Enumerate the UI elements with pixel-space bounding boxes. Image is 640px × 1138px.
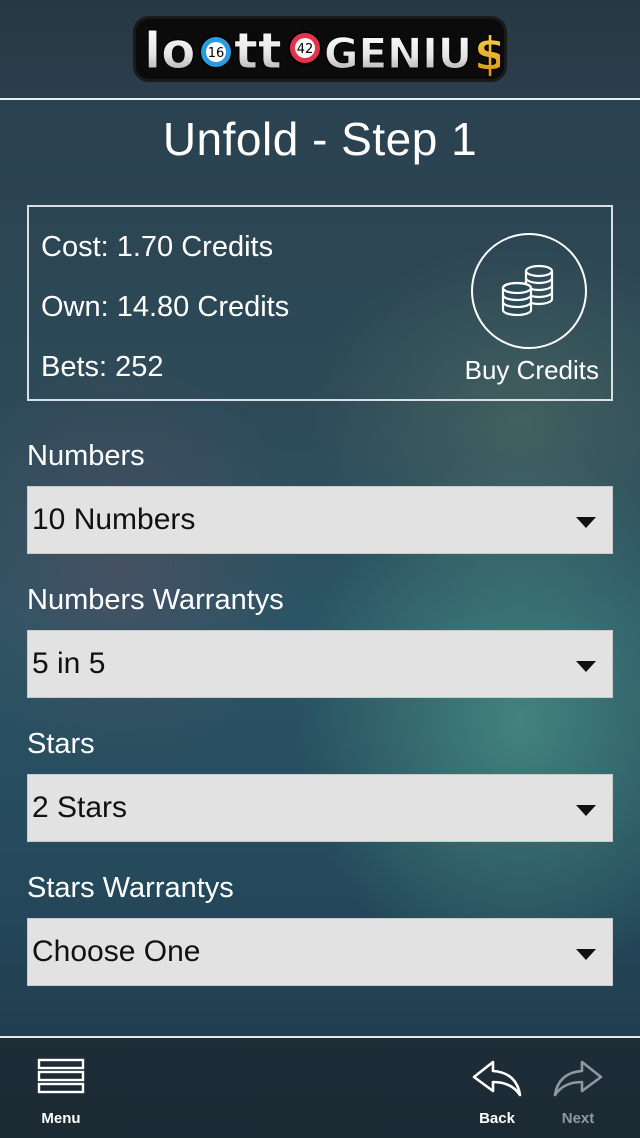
stars-select[interactable]: 2 Stars [27,774,613,842]
menu-icon [37,1058,85,1094]
dropdown-arrow-icon [576,661,596,672]
ball-42-icon: 42 [288,31,322,65]
menu-button[interactable]: Menu [22,1038,100,1138]
dropdown-arrow-icon [576,517,596,528]
bets-text: Bets: 252 [41,351,164,383]
stars-warrantys-select[interactable]: Choose One [27,918,613,986]
own-credits-text: Own: 14.80 Credits [41,291,290,323]
dropdown-arrow-icon [576,949,596,960]
ball-42-number: 42 [297,42,314,57]
stars-warrantys-label: Stars Warrantys [27,872,234,904]
numbers-label: Numbers [27,440,145,472]
forward-arrow-icon [553,1060,603,1097]
stars-warrantys-select-value: Choose One [32,935,201,968]
bottom-toolbar: Menu Back Next [0,1036,640,1138]
logo-dollar-sign: $ [474,27,500,77]
stars-select-value: 2 Stars [32,791,128,824]
dropdown-arrow-icon [576,805,596,816]
ball-16-number: 16 [208,46,225,61]
page-title: Unfold - Step 1 [162,113,478,165]
stars-label: Stars [27,728,95,760]
credits-info-box: Cost: 1.70 Credits Own: 14.80 Credits Be… [27,205,613,401]
coins-icon [501,264,554,317]
buy-credits-circle[interactable] [471,233,587,349]
next-button[interactable]: Next [543,1038,613,1138]
lotto-genius-logo: lo 16 tt 42 GENIU $ [133,16,507,82]
next-label[interactable]: Next [543,1110,613,1127]
app-header: lo 16 tt 42 GENIU $ [0,0,640,100]
logo-text-right: GENIU [324,29,472,77]
logo-graphic: lo 16 tt 42 GENIU $ [144,22,501,78]
numbers-warrantys-select[interactable]: 5 in 5 [27,630,613,698]
numbers-warrantys-label: Numbers Warrantys [27,584,284,616]
back-arrow-icon [472,1060,522,1097]
numbers-select-value: 10 Numbers [32,503,196,536]
menu-label[interactable]: Menu [22,1110,100,1127]
back-label[interactable]: Back [462,1110,532,1127]
buy-credits-label[interactable]: Buy Credits [459,355,599,386]
buy-credits-button[interactable]: Buy Credits [459,231,609,391]
numbers-warrantys-select-value: 5 in 5 [32,647,106,680]
ball-16-icon: 16 [199,35,233,69]
logo-text-mid: tt [234,22,282,77]
logo-text-left: lo [144,22,196,77]
numbers-select[interactable]: 10 Numbers [27,486,613,554]
back-button[interactable]: Back [462,1038,532,1138]
cost-text: Cost: 1.70 Credits [41,231,274,263]
